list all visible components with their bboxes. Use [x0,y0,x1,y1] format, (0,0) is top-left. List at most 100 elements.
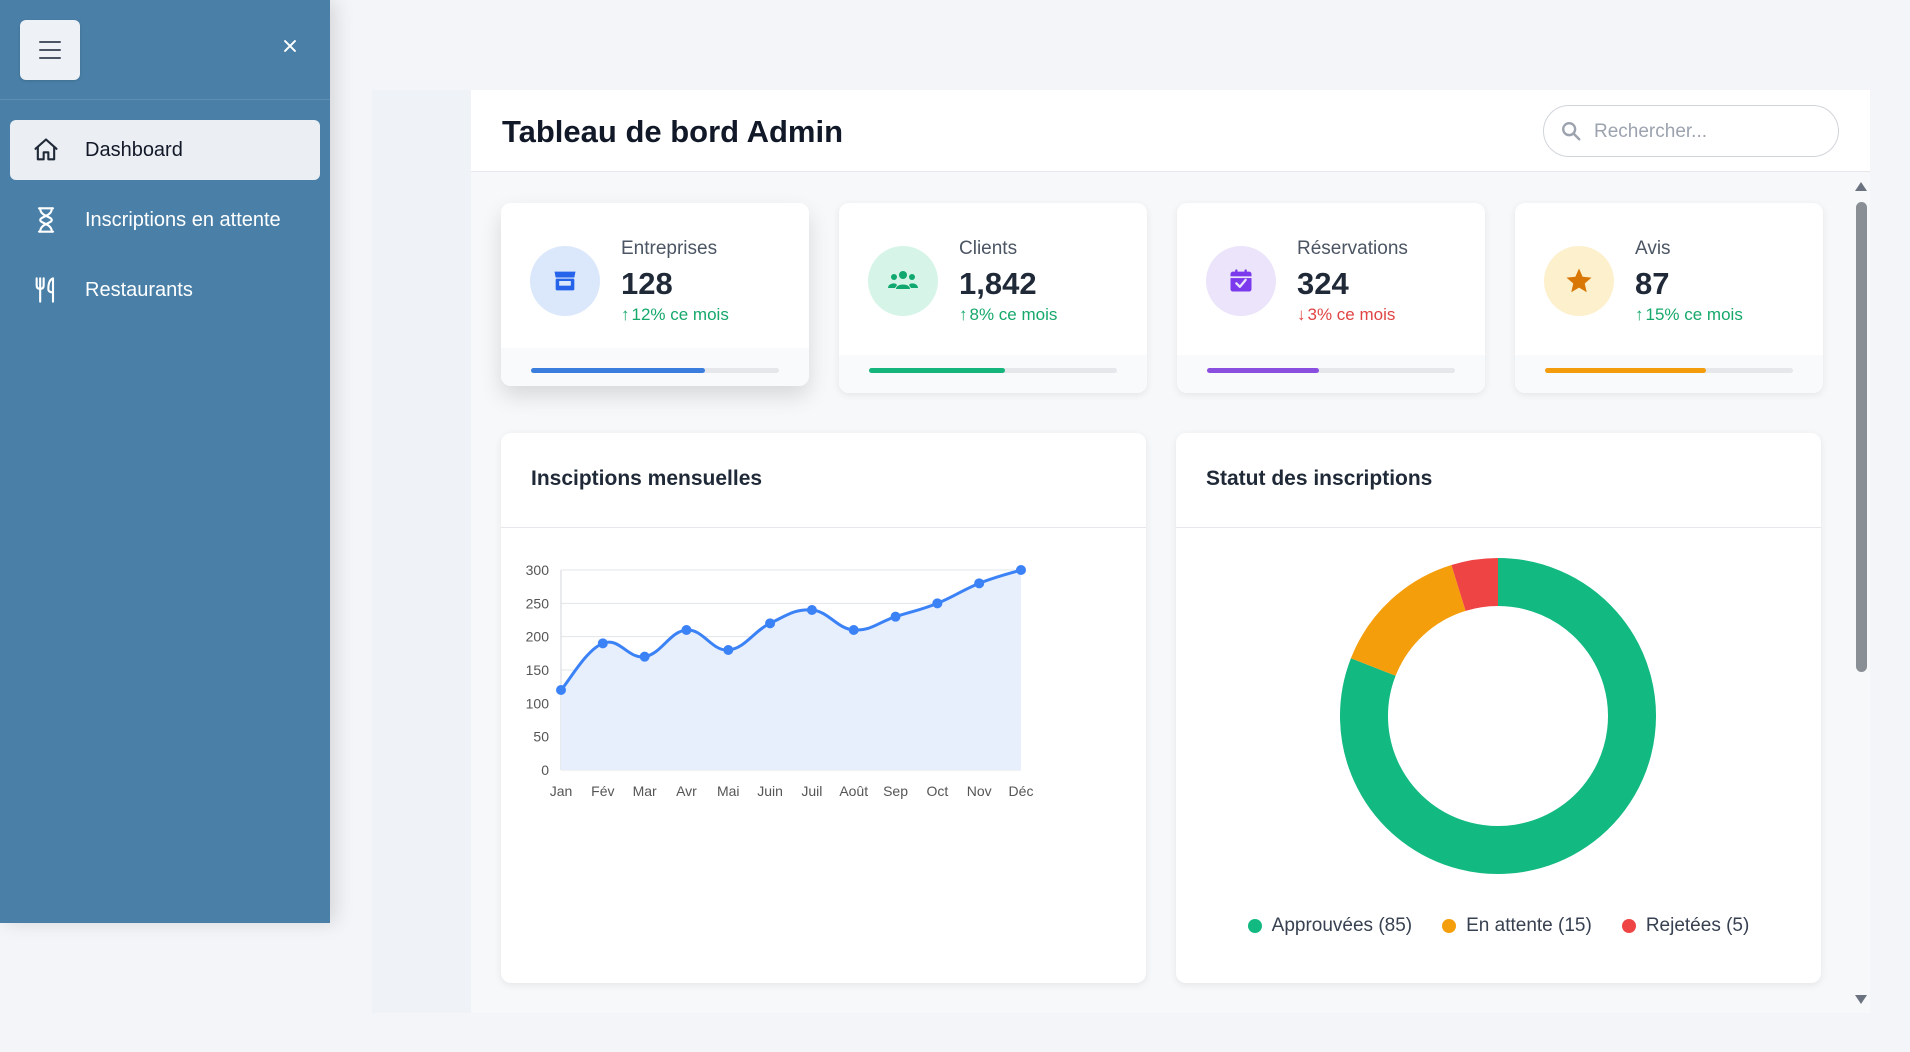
data-point [1016,565,1026,575]
data-point [556,685,566,695]
legend-label: Rejetées (5) [1645,915,1750,936]
line-chart-card: Insciptions mensuelles 0 50 100 150 200 250 30… [501,433,1146,983]
sidebar-item-label: Restaurants [85,278,193,301]
x-tick-label: Juil [801,783,822,799]
data-point [974,578,985,589]
sidebar-item-restaurants[interactable]: Restaurants [10,260,320,320]
legend-item[interactable]: En attente (15) [1442,915,1592,937]
stat-value: 87 [1635,266,1670,301]
stat-change: ↓ 3% ce mois [1297,305,1396,324]
data-point [806,605,817,615]
y-tick-label: 50 [533,729,549,745]
home-icon [34,138,58,161]
y-tick-label: 300 [526,562,550,578]
area-fill [561,570,1021,770]
data-point [597,638,608,649]
utensils-icon [35,277,55,303]
arrow-up-icon: ↑ [621,305,630,324]
sidebar-item-dashboard[interactable]: Dashboard [10,120,320,180]
data-point [681,625,692,635]
data-point [765,618,776,629]
search-box[interactable] [1543,105,1839,157]
sidebar-nav: Dashboard Inscriptions en attente Restau… [0,100,330,320]
progress-bar [531,368,779,373]
line-chart[interactable]: 0 50 100 150 200 250 300 Jan Fév Mar Avr Mai Juin Jui… [501,528,1146,828]
legend-dot [1621,919,1636,933]
stat-value: 128 [621,266,673,301]
stat-icon-bg [868,246,938,316]
calendar-check-icon [1230,269,1252,292]
x-tick-label: Avr [676,783,697,799]
x-tick-label: Déc [1009,783,1034,799]
hamburger-icon [39,41,61,43]
search-icon [1562,122,1581,141]
sidebar: Dashboard Inscriptions en attente Restau… [0,0,330,923]
hourglass-icon [37,207,55,233]
stat-icon-bg [530,246,600,316]
y-tick-label: 0 [541,762,549,778]
arrow-down-icon: ↓ [1297,305,1306,324]
top-header: Tableau de bord Admin [471,90,1870,172]
stat-card-reservations[interactable]: Réservations 324 ↓ 3% ce mois [1177,203,1485,393]
arrow-up-icon: ↑ [959,305,968,324]
stat-change: ↑ 12% ce mois [621,305,729,324]
page-title: Tableau de bord Admin [502,114,844,149]
legend-label: En attente (15) [1466,915,1592,936]
legend-dot [1442,919,1457,933]
legend-item[interactable]: Rejetées (5) [1621,915,1750,937]
sidebar-item-label: Dashboard [85,138,183,161]
progress-bar [1545,368,1793,373]
stat-value: 1,842 [959,266,1037,301]
legend-label: Approuvées (85) [1271,915,1413,936]
stat-label: Réservations [1297,238,1408,259]
progress-fill [531,368,705,373]
scroll-down-arrow[interactable] [1855,995,1867,1004]
x-tick-label: Oct [926,783,948,799]
data-point [723,645,734,655]
chart-title: Insciptions mensuelles [531,467,763,490]
stat-card-clients[interactable]: Clients 1,842 ↑ 8% ce mois [839,203,1147,393]
stat-label: Avis [1635,238,1671,259]
star-icon [1566,268,1592,293]
stat-change: ↑ 8% ce mois [959,305,1058,324]
legend-item[interactable]: Approuvées (85) [1247,915,1413,937]
progress-bar [1207,368,1455,373]
stat-card-entreprises[interactable]: Entreprises 128 ↑ 12% ce mois [501,203,809,386]
progress-bar [869,368,1117,373]
scrollbar-thumb[interactable] [1856,202,1867,672]
users-icon [888,271,918,289]
stat-change: ↑ 15% ce mois [1635,305,1743,324]
sidebar-item-pending[interactable]: Inscriptions en attente [10,190,320,250]
search-input[interactable] [1594,118,1824,146]
close-icon[interactable] [278,34,302,58]
stat-value: 324 [1297,266,1349,301]
data-point [848,625,859,635]
donut-chart[interactable] [1176,528,1821,908]
progress-fill [869,368,1006,373]
scroll-up-arrow[interactable] [1855,182,1867,191]
sidebar-item-label: Inscriptions en attente [85,208,281,231]
x-tick-label: Juin [757,783,783,799]
x-tick-label: Fév [591,783,614,799]
legend-dot [1247,919,1262,933]
content-gutter [372,90,472,1013]
stat-card-avis[interactable]: Avis 87 ↑ 15% ce mois [1515,203,1823,393]
stat-label: Entreprises [621,238,718,259]
y-tick-label: 250 [526,595,550,611]
progress-fill [1545,368,1707,373]
arrow-up-icon: ↑ [1635,305,1644,324]
donut-slice [1451,558,1499,612]
donut-slice [1350,565,1467,677]
donut-chart-card: Statut des inscriptions Approuvées (85) E… [1176,433,1821,983]
menu-toggle-button[interactable] [20,20,80,80]
progress-fill [1207,368,1319,373]
y-tick-label: 100 [526,695,550,711]
x-tick-label: Nov [967,783,992,799]
y-tick-label: 150 [526,662,550,678]
sidebar-header [0,0,330,100]
stat-icon-bg [1544,246,1614,316]
data-point [639,651,650,662]
store-icon [554,271,576,291]
data-point [890,611,901,622]
chart-title: Statut des inscriptions [1206,467,1433,490]
